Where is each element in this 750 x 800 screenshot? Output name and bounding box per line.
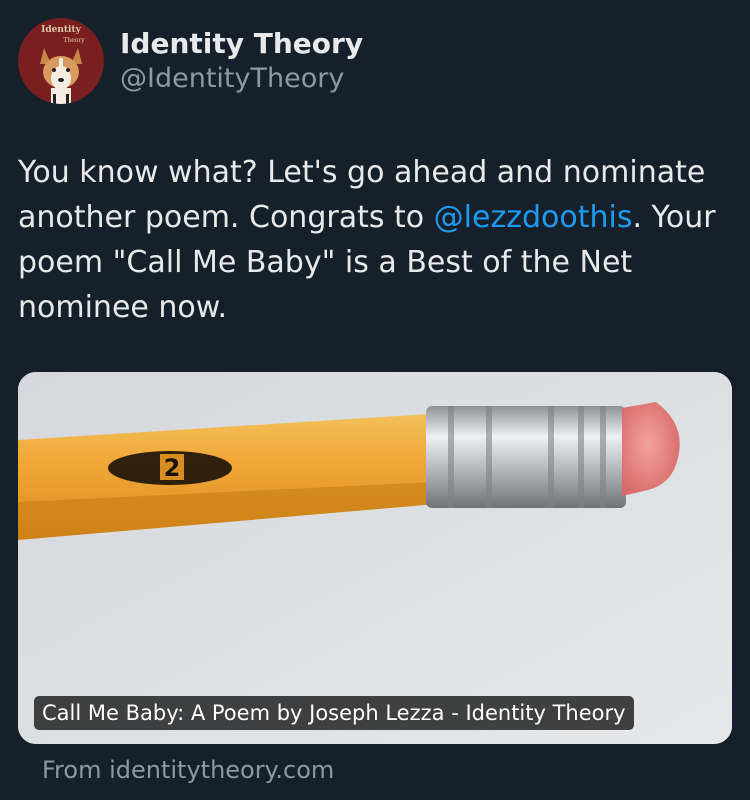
avatar-logo-text-top: Identity [41,25,82,35]
avatar[interactable]: Identity Theory [18,18,104,104]
mention-link[interactable]: @lezzdoothis [434,200,633,235]
dog-logo-icon: Identity Theory [18,18,104,104]
tweet-header: Identity Theory Identity Theory @Identit… [18,18,363,104]
avatar-logo-text-bottom: Theory [63,37,85,44]
user-handle[interactable]: @IdentityTheory [120,62,363,96]
display-name[interactable]: Identity Theory [120,26,363,62]
pencil-number: 2 [164,454,181,482]
tweet: Identity Theory Identity Theory @Identit… [0,0,750,800]
tweet-text: You know what? Let's go ahead and nomina… [18,150,718,330]
author-names: Identity Theory @IdentityTheory [120,26,363,96]
link-card[interactable]: 2 Call Me Baby: A Poem by Joseph Lezza -… [18,372,732,744]
link-source[interactable]: From identitytheory.com [42,752,334,788]
link-card-title[interactable]: Call Me Baby: A Poem by Joseph Lezza - I… [34,696,634,730]
pencil-photo: 2 [18,372,732,744]
